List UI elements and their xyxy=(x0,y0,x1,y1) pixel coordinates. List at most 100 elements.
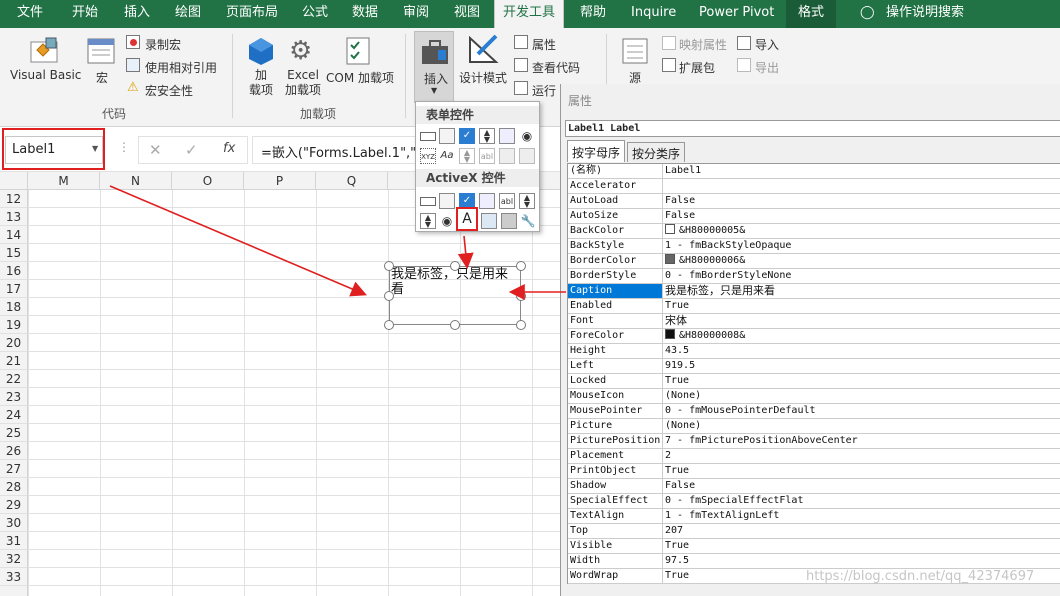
worksheet-grid[interactable] xyxy=(28,190,562,596)
property-value[interactable]: False xyxy=(663,209,1060,223)
combo-list-edit-icon[interactable] xyxy=(499,148,515,164)
property-row[interactable]: Font 宋体 xyxy=(568,314,1060,329)
property-row[interactable]: Top 207 xyxy=(568,524,1060,539)
row-header-cell[interactable]: 27 xyxy=(0,460,27,478)
property-value[interactable]: &H80000006& xyxy=(663,254,1060,268)
property-value[interactable]: False xyxy=(663,479,1060,493)
tab-categorized[interactable]: 按分类序 xyxy=(627,142,686,162)
combo-box-icon[interactable] xyxy=(439,128,455,144)
property-value[interactable]: 0 - fmSpecialEffectFlat xyxy=(663,494,1060,508)
row-header-cell[interactable]: 20 xyxy=(0,334,27,352)
property-value[interactable]: (None) xyxy=(663,419,1060,433)
property-value[interactable]: 1 - fmTextAlignLeft xyxy=(663,509,1060,523)
property-row[interactable]: MouseIcon (None) xyxy=(568,389,1060,404)
resize-handle[interactable] xyxy=(384,320,394,330)
object-selector[interactable]: Label1 Label xyxy=(565,120,1060,137)
row-header-cell[interactable]: 26 xyxy=(0,442,27,460)
formula-input[interactable]: =嵌入("Forms.Label.1","") xyxy=(252,136,422,164)
more-controls-icon[interactable]: 🔧 xyxy=(520,213,536,229)
tab-insert[interactable]: 插入 xyxy=(124,0,150,28)
property-row[interactable]: Placement 2 xyxy=(568,449,1060,464)
activex-option-button-icon[interactable]: ◉ xyxy=(439,213,455,229)
row-header-cell[interactable]: 21 xyxy=(0,352,27,370)
row-header-cell[interactable]: 33 xyxy=(0,568,27,586)
property-row[interactable]: Left 919.5 xyxy=(568,359,1060,374)
confirm-icon[interactable]: ✓ xyxy=(185,141,198,159)
option-button-icon[interactable]: ◉ xyxy=(519,128,535,144)
cancel-icon[interactable]: ✕ xyxy=(149,141,162,159)
property-row[interactable]: Picture (None) xyxy=(568,419,1060,434)
insert-function-icon[interactable]: fx xyxy=(223,141,235,156)
row-header-cell[interactable]: 31 xyxy=(0,532,27,550)
combo-dropdown-edit-icon[interactable] xyxy=(519,148,535,164)
activex-spin-button-icon[interactable]: ▲ ▼ xyxy=(420,213,436,229)
row-header-cell[interactable]: 17 xyxy=(0,280,27,298)
command-button-icon[interactable] xyxy=(420,197,436,206)
property-value[interactable]: 97.5 xyxy=(663,554,1060,568)
tab-review[interactable]: 审阅 xyxy=(403,0,429,28)
tab-file[interactable]: 文件 xyxy=(17,0,43,28)
row-header-cell[interactable]: 14 xyxy=(0,226,27,244)
tab-developer[interactable]: 开发工具 xyxy=(494,0,565,28)
property-row[interactable]: (名称) Label1 xyxy=(568,164,1060,179)
property-row-selected[interactable]: Caption 我是标签，只是用来看 xyxy=(568,284,1060,299)
resize-handle[interactable] xyxy=(516,261,526,271)
property-value[interactable]: 宋体 xyxy=(663,314,1060,328)
property-value[interactable]: Label1 xyxy=(663,164,1060,178)
property-value[interactable]: (None) xyxy=(663,389,1060,403)
row-header-cell[interactable]: 30 xyxy=(0,514,27,532)
tab-home[interactable]: 开始 xyxy=(72,0,98,28)
property-value[interactable] xyxy=(663,179,1060,193)
property-value[interactable]: 2 xyxy=(663,449,1060,463)
checkbox-icon[interactable]: ✓ xyxy=(459,128,475,144)
resize-handle[interactable] xyxy=(384,291,394,301)
row-header-cell[interactable]: 19 xyxy=(0,316,27,334)
label-form-icon[interactable]: Aa xyxy=(439,148,455,164)
resize-handle[interactable] xyxy=(450,320,460,330)
property-value[interactable]: True xyxy=(663,374,1060,388)
tab-power-pivot[interactable]: Power Pivot xyxy=(699,0,774,28)
row-header-cell[interactable]: 18 xyxy=(0,298,27,316)
property-value[interactable]: True xyxy=(663,299,1060,313)
row-header-cell[interactable]: 25 xyxy=(0,424,27,442)
row-header-cell[interactable]: 29 xyxy=(0,496,27,514)
list-box-icon[interactable] xyxy=(499,128,515,144)
insert-controls-button[interactable]: 插入 ▼ xyxy=(414,31,454,103)
property-row[interactable]: AutoLoad False xyxy=(568,194,1060,209)
tab-help[interactable]: 帮助 xyxy=(580,0,606,28)
label-control[interactable]: 我是标签，只是用来看 xyxy=(384,261,526,330)
column-header-cell[interactable]: O xyxy=(172,172,244,190)
tab-alphabetic[interactable]: 按字母序 xyxy=(567,140,626,162)
property-row[interactable]: MousePointer 0 - fmMousePointerDefault xyxy=(568,404,1060,419)
tab-data[interactable]: 数据 xyxy=(352,0,378,28)
resize-handle[interactable] xyxy=(384,261,394,271)
resize-handle[interactable] xyxy=(516,291,526,301)
activex-label-icon[interactable]: A xyxy=(456,207,478,231)
property-row[interactable]: Shadow False xyxy=(568,479,1060,494)
group-box-icon[interactable]: XYZ xyxy=(420,148,436,164)
property-row[interactable]: SpecialEffect 0 - fmSpecialEffectFlat xyxy=(568,494,1060,509)
activex-list-box-icon[interactable] xyxy=(479,193,495,209)
property-value[interactable]: 919.5 xyxy=(663,359,1060,373)
tab-page-layout[interactable]: 页面布局 xyxy=(226,0,278,28)
text-field-icon[interactable]: abl xyxy=(479,148,495,164)
tab-view[interactable]: 视图 xyxy=(454,0,480,28)
property-value[interactable]: False xyxy=(663,194,1060,208)
property-row[interactable]: Locked True xyxy=(568,374,1060,389)
row-header-cell[interactable]: 23 xyxy=(0,388,27,406)
row-header-cell[interactable]: 24 xyxy=(0,406,27,424)
row-header-cell[interactable]: 16 xyxy=(0,262,27,280)
property-value[interactable]: 207 xyxy=(663,524,1060,538)
property-value[interactable]: True xyxy=(663,464,1060,478)
property-row[interactable]: PicturePosition 7 - fmPicturePositionAbov… xyxy=(568,434,1060,449)
select-all-corner[interactable] xyxy=(0,172,28,190)
property-row[interactable]: BackStyle 1 - fmBackStyleOpaque xyxy=(568,239,1060,254)
property-value[interactable]: &H80000008& xyxy=(663,329,1060,343)
tab-format[interactable]: 格式 xyxy=(786,0,837,28)
property-value[interactable]: 0 - fmMousePointerDefault xyxy=(663,404,1060,418)
property-row[interactable]: Height 43.5 xyxy=(568,344,1060,359)
property-value[interactable]: 0 - fmBorderStyleNone xyxy=(663,269,1060,283)
row-header-cell[interactable]: 15 xyxy=(0,244,27,262)
column-header-cell[interactable]: P xyxy=(244,172,316,190)
activex-toggle-button-icon[interactable] xyxy=(501,213,517,229)
